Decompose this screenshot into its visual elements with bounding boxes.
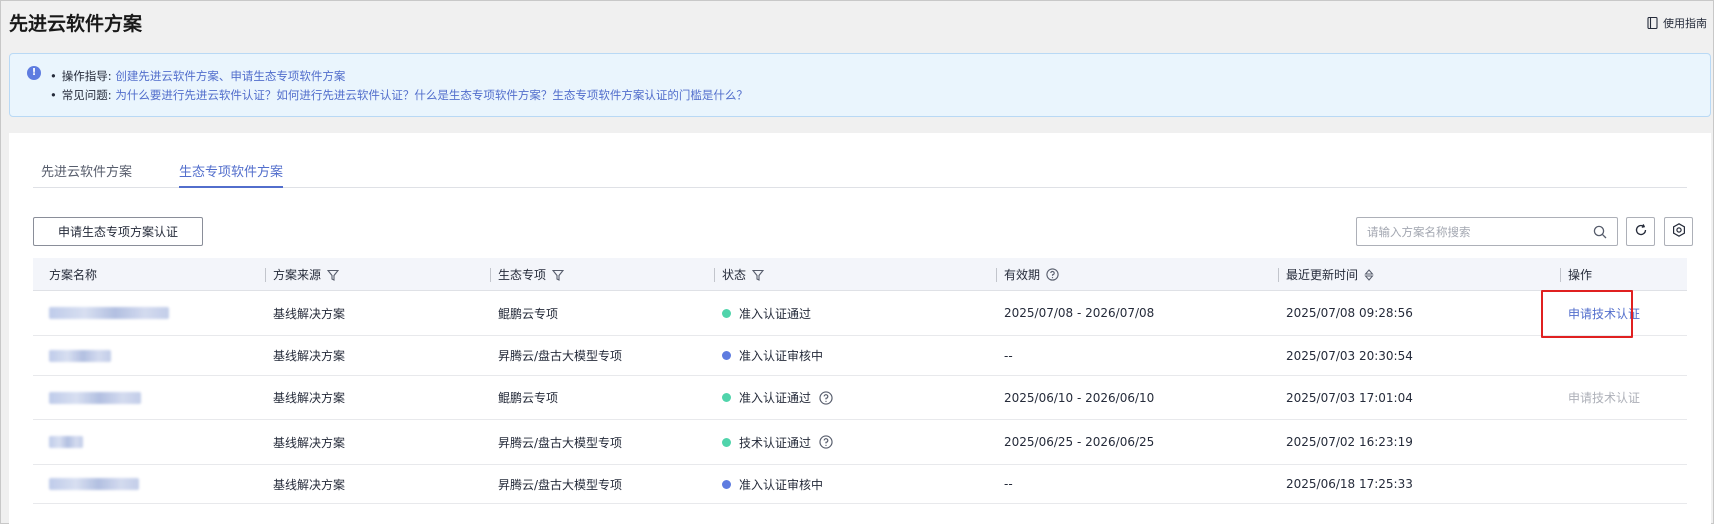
tab-advanced-cloud-software[interactable]: 先进云软件方案 bbox=[41, 161, 132, 186]
filter-icon[interactable] bbox=[327, 269, 340, 281]
status-cell: 准入认证审核中 bbox=[722, 465, 823, 503]
status-label: 技术认证通过 bbox=[739, 435, 812, 450]
source-cell: 基线解决方案 bbox=[273, 391, 346, 405]
tip-faq-label: 常见问题: bbox=[61, 88, 112, 102]
status-dot bbox=[722, 437, 731, 447]
source-cell: 基线解决方案 bbox=[273, 435, 346, 450]
ecosystem-cell: 鲲鹏云专项 bbox=[498, 391, 559, 405]
status-label: 准入认证审核中 bbox=[739, 349, 824, 363]
help-icon[interactable] bbox=[819, 390, 833, 405]
tip-faq-links[interactable]: 为什么要进行先进云软件认证？如何进行先进云软件认证？什么是生态专项软件方案？生态… bbox=[115, 88, 748, 102]
table-row: 基线解决方案 昇腾云/盘古大模型专项 准入认证审核中 -- 2025/06/18… bbox=[33, 465, 1687, 504]
search-input[interactable] bbox=[1357, 218, 1577, 245]
tip-box: ! • 操作指导: 创建先进云软件方案、申请生态专项软件方案 • 常见问题: 为什么… bbox=[9, 53, 1711, 117]
help-icon[interactable] bbox=[819, 435, 833, 449]
column-header-ecosystem: 生态专项 bbox=[490, 258, 565, 291]
table-row: 基线解决方案 鲲鹏云专项 准入认证通过 2025/07/08 - 2026/07… bbox=[33, 291, 1687, 336]
updated-cell: 2025/07/03 17:01:04 bbox=[1286, 390, 1413, 405]
status-label: 准入认证通过 bbox=[739, 391, 812, 405]
tip-line-faq: • 常见问题: 为什么要进行先进云软件认证？如何进行先进云软件认证？什么是生态专项… bbox=[50, 88, 748, 102]
main-card: 先进云软件方案 生态专项软件方案 申请生态专项方案认证 方案名称 bbox=[9, 133, 1711, 524]
settings-button[interactable] bbox=[1664, 217, 1693, 246]
table-row: 基线解决方案 昇腾云/盘古大模型专项 技术认证通过 2025/06/25 - 2… bbox=[33, 420, 1687, 465]
solution-name-cell[interactable] bbox=[49, 420, 83, 464]
status-cell: 准入认证审核中 bbox=[722, 336, 823, 375]
status-dot bbox=[722, 351, 731, 360]
filter-icon[interactable] bbox=[752, 269, 765, 281]
source-cell: 基线解决方案 bbox=[273, 349, 346, 363]
highlight-box bbox=[1541, 290, 1633, 338]
updated-cell: 2025/07/03 20:30:54 bbox=[1286, 348, 1413, 363]
apply-tech-certification-link-disabled: 申请技术认证 bbox=[1568, 391, 1641, 405]
status-dot bbox=[722, 393, 731, 402]
ecosystem-cell: 鲲鹏云专项 bbox=[498, 306, 559, 321]
table-row: 基线解决方案 昇腾云/盘古大模型专项 准入认证审核中 -- 2025/07/03… bbox=[33, 336, 1687, 376]
table-row: 基线解决方案 鲲鹏云专项 准入认证通过 2025/06/10 - 2026/06… bbox=[33, 376, 1687, 420]
solution-name-cell[interactable] bbox=[49, 336, 111, 375]
table-header: 方案名称 方案来源 生态专项 状态 有效期 最近更新时间 操作 bbox=[33, 258, 1687, 291]
filter-icon[interactable] bbox=[552, 269, 565, 281]
search-icon[interactable] bbox=[1593, 225, 1607, 242]
tip-guide-label: 操作指导: bbox=[61, 69, 112, 83]
source-cell: 基线解决方案 bbox=[273, 477, 346, 492]
user-guide-label: 使用指南 bbox=[1663, 17, 1707, 30]
validity-cell: 2025/06/10 - 2026/06/10 bbox=[1004, 390, 1155, 405]
column-header-updated: 最近更新时间 bbox=[1278, 258, 1374, 291]
status-cell: 准入认证通过 bbox=[722, 291, 811, 335]
tip-guide-links[interactable]: 创建先进云软件方案、申请生态专项软件方案 bbox=[115, 69, 345, 83]
info-icon: ! bbox=[27, 66, 41, 80]
validity-cell: 2025/07/08 - 2026/07/08 bbox=[1004, 306, 1155, 320]
help-icon[interactable] bbox=[1046, 268, 1059, 281]
column-header-actions: 操作 bbox=[1560, 258, 1592, 291]
updated-cell: 2025/06/18 17:25:33 bbox=[1286, 477, 1413, 491]
status-dot bbox=[722, 479, 731, 489]
status-cell: 准入认证通过 bbox=[722, 376, 833, 419]
page-frame: 先进云软件方案 使用指南 ! • 操作指导: 创建先进云软件方案、申请生态专项软件… bbox=[0, 0, 1714, 524]
action-cell: 申请技术认证 bbox=[1568, 376, 1640, 419]
updated-cell: 2025/07/02 16:23:19 bbox=[1286, 435, 1413, 449]
validity-cell: -- bbox=[1004, 477, 1013, 491]
solution-name-cell[interactable] bbox=[49, 291, 169, 335]
solution-name-cell[interactable] bbox=[49, 376, 141, 419]
apply-ecosystem-certification-button[interactable]: 申请生态专项方案认证 bbox=[33, 217, 203, 246]
solution-name-cell[interactable] bbox=[49, 465, 139, 503]
solutions-table: 方案名称 方案来源 生态专项 状态 有效期 最近更新时间 操作 基线解决方案 鲲… bbox=[33, 258, 1687, 504]
user-guide-link[interactable]: 使用指南 bbox=[1647, 15, 1707, 31]
gear-icon bbox=[1672, 223, 1686, 240]
status-label: 准入认证通过 bbox=[739, 306, 812, 321]
ecosystem-cell: 昇腾云/盘古大模型专项 bbox=[498, 349, 623, 363]
source-cell: 基线解决方案 bbox=[273, 306, 346, 321]
ecosystem-cell: 昇腾云/盘古大模型专项 bbox=[498, 477, 623, 492]
column-header-status: 状态 bbox=[714, 258, 765, 291]
column-header-validity: 有效期 bbox=[996, 258, 1059, 291]
search-box bbox=[1356, 217, 1618, 246]
ecosystem-cell: 昇腾云/盘古大模型专项 bbox=[498, 435, 623, 450]
book-icon bbox=[1647, 17, 1658, 29]
status-cell: 技术认证通过 bbox=[722, 420, 833, 464]
sort-icon[interactable] bbox=[1364, 268, 1374, 281]
page-header: 先进云软件方案 使用指南 bbox=[9, 7, 1707, 37]
status-dot bbox=[722, 308, 731, 318]
refresh-icon bbox=[1634, 223, 1648, 240]
tip-line-guide: • 操作指导: 创建先进云软件方案、申请生态专项软件方案 bbox=[50, 69, 346, 83]
tab-ecosystem-special-software[interactable]: 生态专项软件方案 bbox=[179, 161, 284, 188]
column-header-source: 方案来源 bbox=[265, 258, 340, 291]
updated-cell: 2025/07/08 09:28:56 bbox=[1286, 306, 1413, 320]
status-label: 准入认证审核中 bbox=[739, 477, 824, 492]
page-title: 先进云软件方案 bbox=[9, 13, 143, 35]
validity-cell: 2025/06/25 - 2026/06/25 bbox=[1004, 435, 1155, 449]
tab-bar: 先进云软件方案 生态专项软件方案 bbox=[33, 133, 1687, 188]
refresh-button[interactable] bbox=[1626, 217, 1655, 246]
validity-cell: -- bbox=[1004, 348, 1013, 363]
column-header-name: 方案名称 bbox=[49, 268, 98, 282]
